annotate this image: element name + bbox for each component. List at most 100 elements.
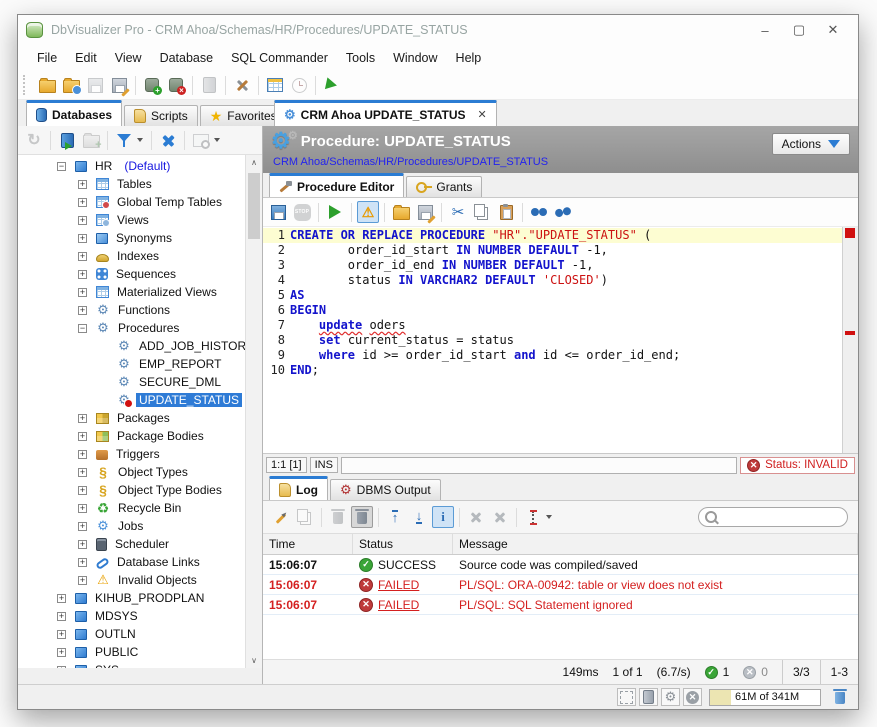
expand-toggle[interactable]: + bbox=[57, 594, 66, 603]
expand-toggle[interactable]: + bbox=[78, 306, 87, 315]
expand-toggle[interactable]: + bbox=[78, 468, 87, 477]
menu-edit[interactable]: Edit bbox=[66, 47, 106, 69]
menu-database[interactable]: Database bbox=[151, 47, 223, 69]
stop-icon[interactable]: STOP bbox=[291, 201, 313, 223]
tab-databases[interactable]: Databases bbox=[26, 100, 122, 126]
expand-toggle[interactable]: + bbox=[78, 522, 87, 531]
execute-icon[interactable] bbox=[321, 74, 343, 96]
expand-toggle[interactable]: − bbox=[57, 162, 66, 171]
find-replace-icon[interactable] bbox=[552, 201, 574, 223]
menu-window[interactable]: Window bbox=[384, 47, 446, 69]
column-header-time[interactable]: Time bbox=[263, 534, 353, 554]
error-overview-marker[interactable] bbox=[845, 228, 855, 238]
tree-item-triggers[interactable]: +Triggers bbox=[18, 445, 246, 463]
tree-item-mdsys[interactable]: +MDSYS bbox=[18, 607, 246, 625]
tree-scrollbar[interactable]: ∧ ∨ bbox=[245, 155, 262, 668]
connection-search-caret[interactable] bbox=[214, 138, 220, 142]
tree-item-database-links[interactable]: +Database Links bbox=[18, 553, 246, 571]
code-line-2[interactable]: 2 order_id_start IN NUMBER DEFAULT -1, bbox=[263, 243, 842, 258]
show-info-icon[interactable]: i bbox=[432, 506, 454, 528]
database-server-icon[interactable] bbox=[198, 74, 220, 96]
layout-button[interactable] bbox=[617, 688, 636, 706]
open-folder-settings-icon[interactable] bbox=[60, 74, 82, 96]
menu-file[interactable]: File bbox=[28, 47, 66, 69]
garbage-collect-button[interactable] bbox=[829, 686, 851, 708]
tree-item-hr[interactable]: −HR(Default) bbox=[18, 157, 246, 175]
tab-procedure-editor[interactable]: Procedure Editor bbox=[269, 173, 404, 197]
expand-toggle[interactable]: + bbox=[78, 432, 87, 441]
create-folder-icon[interactable] bbox=[80, 129, 102, 151]
tail-mode-icon[interactable] bbox=[522, 506, 544, 528]
expand-toggle[interactable]: + bbox=[78, 198, 87, 207]
menu-sql-commander[interactable]: SQL Commander bbox=[222, 47, 337, 69]
cut-icon[interactable]: ✂ bbox=[447, 201, 469, 223]
tail-mode-caret[interactable] bbox=[546, 515, 552, 519]
tree-item-tables[interactable]: +Tables bbox=[18, 175, 246, 193]
expand-toggle[interactable]: + bbox=[78, 414, 87, 423]
tab-object-crm-ahoa-update-status[interactable]: ⚙ CRM Ahoa UPDATE_STATUS ✕ bbox=[274, 100, 497, 126]
tree-item-add-job-history[interactable]: ⚙ADD_JOB_HISTORY bbox=[18, 337, 246, 355]
tasks-button[interactable]: ⚙ bbox=[661, 688, 680, 706]
table-data-icon[interactable] bbox=[264, 74, 286, 96]
column-header-message[interactable]: Message bbox=[453, 534, 858, 554]
tree-item-outln[interactable]: +OUTLN bbox=[18, 625, 246, 643]
menu-view[interactable]: View bbox=[106, 47, 151, 69]
actions-button[interactable]: Actions bbox=[772, 133, 850, 155]
collapse-all-icon[interactable] bbox=[157, 129, 179, 151]
expand-toggle[interactable]: + bbox=[78, 180, 87, 189]
connect-icon[interactable] bbox=[141, 74, 163, 96]
code-editor[interactable]: 1CREATE OR REPLACE PROCEDURE "HR"."UPDAT… bbox=[263, 227, 858, 454]
expand-toggle[interactable]: + bbox=[78, 558, 87, 567]
clear-all-icon[interactable] bbox=[351, 506, 373, 528]
toolbar-grip[interactable] bbox=[23, 75, 30, 95]
clear-log-icon[interactable] bbox=[327, 506, 349, 528]
refresh-icon[interactable]: ↻ bbox=[23, 129, 45, 151]
tree-item-packages[interactable]: +Packages bbox=[18, 409, 246, 427]
tree-item-indexes[interactable]: +Indexes bbox=[18, 247, 246, 265]
tree-item-update-status[interactable]: ⚙UPDATE_STATUS bbox=[18, 391, 246, 409]
code-line-4[interactable]: 4 status IN VARCHAR2 DEFAULT 'CLOSED') bbox=[263, 273, 842, 288]
code-line-9[interactable]: 9 where id >= order_id_start and id <= o… bbox=[263, 348, 842, 363]
expand-rows-icon[interactable] bbox=[465, 506, 487, 528]
log-row[interactable]: 15:06:07✕FAILEDPL/SQL: ORA-00942: table … bbox=[263, 575, 858, 595]
tree-item-materialized-views[interactable]: +Materialized Views bbox=[18, 283, 246, 301]
filter-icon[interactable] bbox=[113, 129, 135, 151]
load-from-file-icon[interactable] bbox=[390, 201, 412, 223]
expand-toggle[interactable]: + bbox=[78, 450, 87, 459]
tab-scripts[interactable]: Scripts bbox=[124, 105, 198, 126]
tree-item-sequences[interactable]: +Sequences bbox=[18, 265, 246, 283]
expand-toggle[interactable]: + bbox=[57, 630, 66, 639]
show-errors-icon[interactable]: ⚠ bbox=[357, 201, 379, 223]
tree-item-invalid-objects[interactable]: +⚠Invalid Objects bbox=[18, 571, 246, 589]
tree-item-global-temp-tables[interactable]: +Global Temp Tables bbox=[18, 193, 246, 211]
copy-icon[interactable] bbox=[471, 201, 493, 223]
expand-toggle[interactable]: + bbox=[78, 504, 87, 513]
code-line-10[interactable]: 10END; bbox=[263, 363, 842, 378]
expand-toggle[interactable]: + bbox=[78, 540, 87, 549]
scrollbar-thumb[interactable] bbox=[248, 173, 260, 239]
tool-properties-icon[interactable] bbox=[231, 74, 253, 96]
log-row[interactable]: 15:06:07✕FAILEDPL/SQL: SQL Statement ign… bbox=[263, 595, 858, 615]
filter-caret[interactable] bbox=[137, 138, 143, 142]
tree-item-scheduler[interactable]: +Scheduler bbox=[18, 535, 246, 553]
save-procedure-icon[interactable] bbox=[267, 201, 289, 223]
expand-toggle[interactable]: + bbox=[78, 486, 87, 495]
save-edit-icon[interactable] bbox=[108, 74, 130, 96]
create-connection-icon[interactable] bbox=[56, 129, 78, 151]
connections-button[interactable] bbox=[639, 688, 658, 706]
expand-toggle[interactable]: + bbox=[78, 288, 87, 297]
copy-log-icon[interactable] bbox=[294, 506, 316, 528]
tree-item-public[interactable]: +PUBLIC bbox=[18, 643, 246, 661]
expand-toggle[interactable]: − bbox=[78, 324, 87, 333]
find-icon[interactable] bbox=[528, 201, 550, 223]
expand-toggle[interactable]: + bbox=[57, 648, 66, 657]
export-log-icon[interactable] bbox=[270, 506, 292, 528]
tree-item-functions[interactable]: +⚙Functions bbox=[18, 301, 246, 319]
tree-item-package-bodies[interactable]: +Package Bodies bbox=[18, 427, 246, 445]
save-to-file-icon[interactable] bbox=[414, 201, 436, 223]
tree-item-emp-report[interactable]: ⚙EMP_REPORT bbox=[18, 355, 246, 373]
expand-toggle[interactable]: + bbox=[57, 612, 66, 621]
tree-item-object-type-bodies[interactable]: +§Object Type Bodies bbox=[18, 481, 246, 499]
expand-toggle[interactable]: + bbox=[78, 270, 87, 279]
code-line-6[interactable]: 6BEGIN bbox=[263, 303, 842, 318]
